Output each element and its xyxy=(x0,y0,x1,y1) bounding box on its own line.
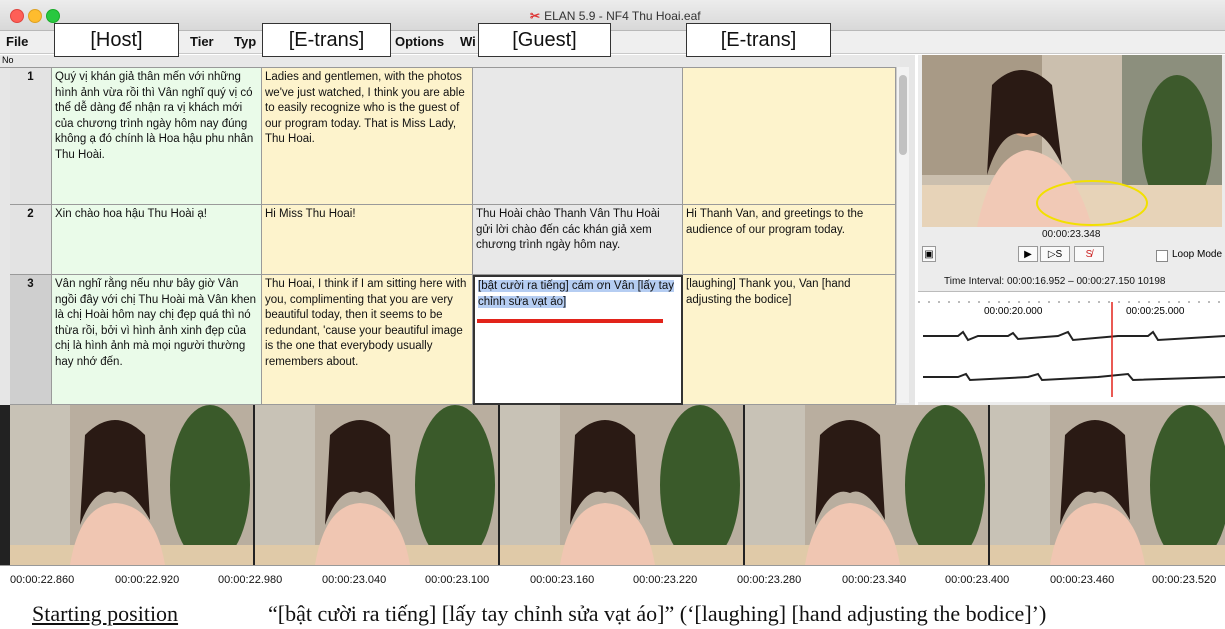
guest-cell[interactable]: Thu Hoài chào Thanh Vân Thu Hoài gửi lời… xyxy=(473,205,683,275)
timeline-label: 00:00:23.520 xyxy=(1152,574,1217,586)
guest-trans-cell[interactable]: Hi Thanh Van, and greetings to the audie… xyxy=(683,205,896,275)
host-etrans-column-label: [E-trans] xyxy=(262,23,391,57)
guest-etrans-column-label: [E-trans] xyxy=(686,23,831,57)
menu-window[interactable]: Wi xyxy=(460,34,476,49)
play-button[interactable]: ▶ xyxy=(1018,246,1038,262)
play-selection-button[interactable]: ▷S xyxy=(1040,246,1070,262)
menu-type[interactable]: Typ xyxy=(234,34,256,49)
media-player-panel: 00:00:23.348 ▣ ▶ ▷S S̸ Loop Mode Time In… xyxy=(918,55,1225,405)
row-number[interactable]: 2 xyxy=(10,205,52,275)
menu-bar: File Tier Typ Options Wi xyxy=(0,31,1225,54)
film-frame xyxy=(10,405,253,565)
menu-options[interactable]: Options xyxy=(395,34,444,49)
row-number[interactable]: 1 xyxy=(10,68,52,205)
host-cell[interactable]: Xin chào hoa hậu Thu Hoài ạ! xyxy=(52,205,262,275)
host-trans-cell[interactable]: Thu Hoai, I think if I am sitting here w… xyxy=(262,275,473,405)
video-frame-image xyxy=(922,55,1222,227)
window-title: ✂ ELAN 5.9 - NF4 Thu Hoai.eaf xyxy=(530,9,701,23)
timeline-label: 00:00:23.340 xyxy=(842,574,907,586)
guest-trans-cell[interactable] xyxy=(683,68,896,205)
filmstrip-timeline[interactable]: 00:00:22.860 00:00:22.920 00:00:22.980 0… xyxy=(0,565,1225,594)
loop-mode-checkbox[interactable] xyxy=(1156,250,1168,262)
host-trans-cell[interactable]: Ladies and gentlemen, with the photos we… xyxy=(262,68,473,205)
timeline-label: 00:00:23.280 xyxy=(737,574,802,586)
menu-file[interactable]: File xyxy=(6,34,28,49)
current-time-display: 00:00:23.348 xyxy=(1042,229,1101,240)
table-scrollbar[interactable] xyxy=(896,67,909,403)
waveform-viewer[interactable]: 00:00:20.000 00:00:25.000 xyxy=(918,291,1225,402)
loop-mode-label: Loop Mode xyxy=(1172,249,1223,260)
video-viewer[interactable] xyxy=(922,55,1222,227)
caption-quote: “[bật cười ra tiếng] [lấy tay chỉnh sửa … xyxy=(268,601,1047,626)
timeline-label: 00:00:23.220 xyxy=(633,574,698,586)
guest-cell[interactable] xyxy=(473,68,683,205)
timeline-label: 00:00:23.400 xyxy=(945,574,1010,586)
guest-trans-cell[interactable]: [laughing] Thank you, Van [hand adjustin… xyxy=(683,275,896,405)
timeline-label: 00:00:22.860 xyxy=(10,574,75,586)
caption-start-position: Starting position xyxy=(32,601,179,626)
menu-tier[interactable]: Tier xyxy=(190,34,214,49)
red-underline-highlight xyxy=(477,319,663,323)
timeline-label: 00:00:22.980 xyxy=(218,574,283,586)
host-cell[interactable]: Vân nghĩ rằng nếu như bây giờ Vân ngồi đ… xyxy=(52,275,262,405)
video-filmstrip xyxy=(0,405,1225,565)
elan-logo-icon: ✂ xyxy=(530,9,541,23)
annotation-table: No 1 Quý vị khán giả thân mến với những … xyxy=(0,55,915,405)
film-frame xyxy=(500,405,743,565)
film-frame-image xyxy=(500,405,743,565)
minimize-window-button[interactable] xyxy=(28,9,42,23)
timeline-label: 00:00:22.920 xyxy=(115,574,180,586)
timeline-label: 00:00:23.040 xyxy=(322,574,387,586)
selected-annotation-text[interactable]: [bật cười ra tiếng] cám ơn Vân [lấy tay … xyxy=(478,280,675,308)
film-frame xyxy=(990,405,1225,565)
zoom-window-button[interactable] xyxy=(46,9,60,23)
guest-cell-selected[interactable]: [bật cười ra tiếng] cám ơn Vân [lấy tay … xyxy=(473,275,683,405)
scrollbar-thumb[interactable] xyxy=(899,75,907,155)
row-number[interactable]: 3 xyxy=(10,275,52,405)
host-column-label: [Host] xyxy=(54,23,179,57)
timeline-label: 00:00:23.160 xyxy=(530,574,595,586)
host-trans-cell[interactable]: Hi Miss Thu Hoai! xyxy=(262,205,473,275)
film-frame-image xyxy=(745,405,988,565)
timeline-label: 00:00:23.460 xyxy=(1050,574,1115,586)
guest-column-label: [Guest] xyxy=(478,23,611,57)
no-column-header: No xyxy=(2,55,14,65)
figure-caption: Starting position “[bật cười ra tiếng] [… xyxy=(0,597,1225,629)
clear-selection-button[interactable]: S̸ xyxy=(1074,246,1104,262)
title-bar: ✂ ELAN 5.9 - NF4 Thu Hoai.eaf xyxy=(0,0,1225,31)
time-interval-label: Time Interval: 00:00:16.952 – 00:00:27.1… xyxy=(944,276,1166,287)
film-frame-image xyxy=(10,405,253,565)
host-cell[interactable]: Quý vị khán giả thân mến với những hình … xyxy=(52,68,262,205)
frame-step-button[interactable]: ▣ xyxy=(922,246,936,262)
film-frame xyxy=(255,405,498,565)
waveform-graphic xyxy=(918,301,1225,397)
film-frame-image xyxy=(990,405,1225,565)
film-frame-image xyxy=(255,405,498,565)
film-frame xyxy=(745,405,988,565)
timeline-label: 00:00:23.100 xyxy=(425,574,490,586)
close-window-button[interactable] xyxy=(10,9,24,23)
